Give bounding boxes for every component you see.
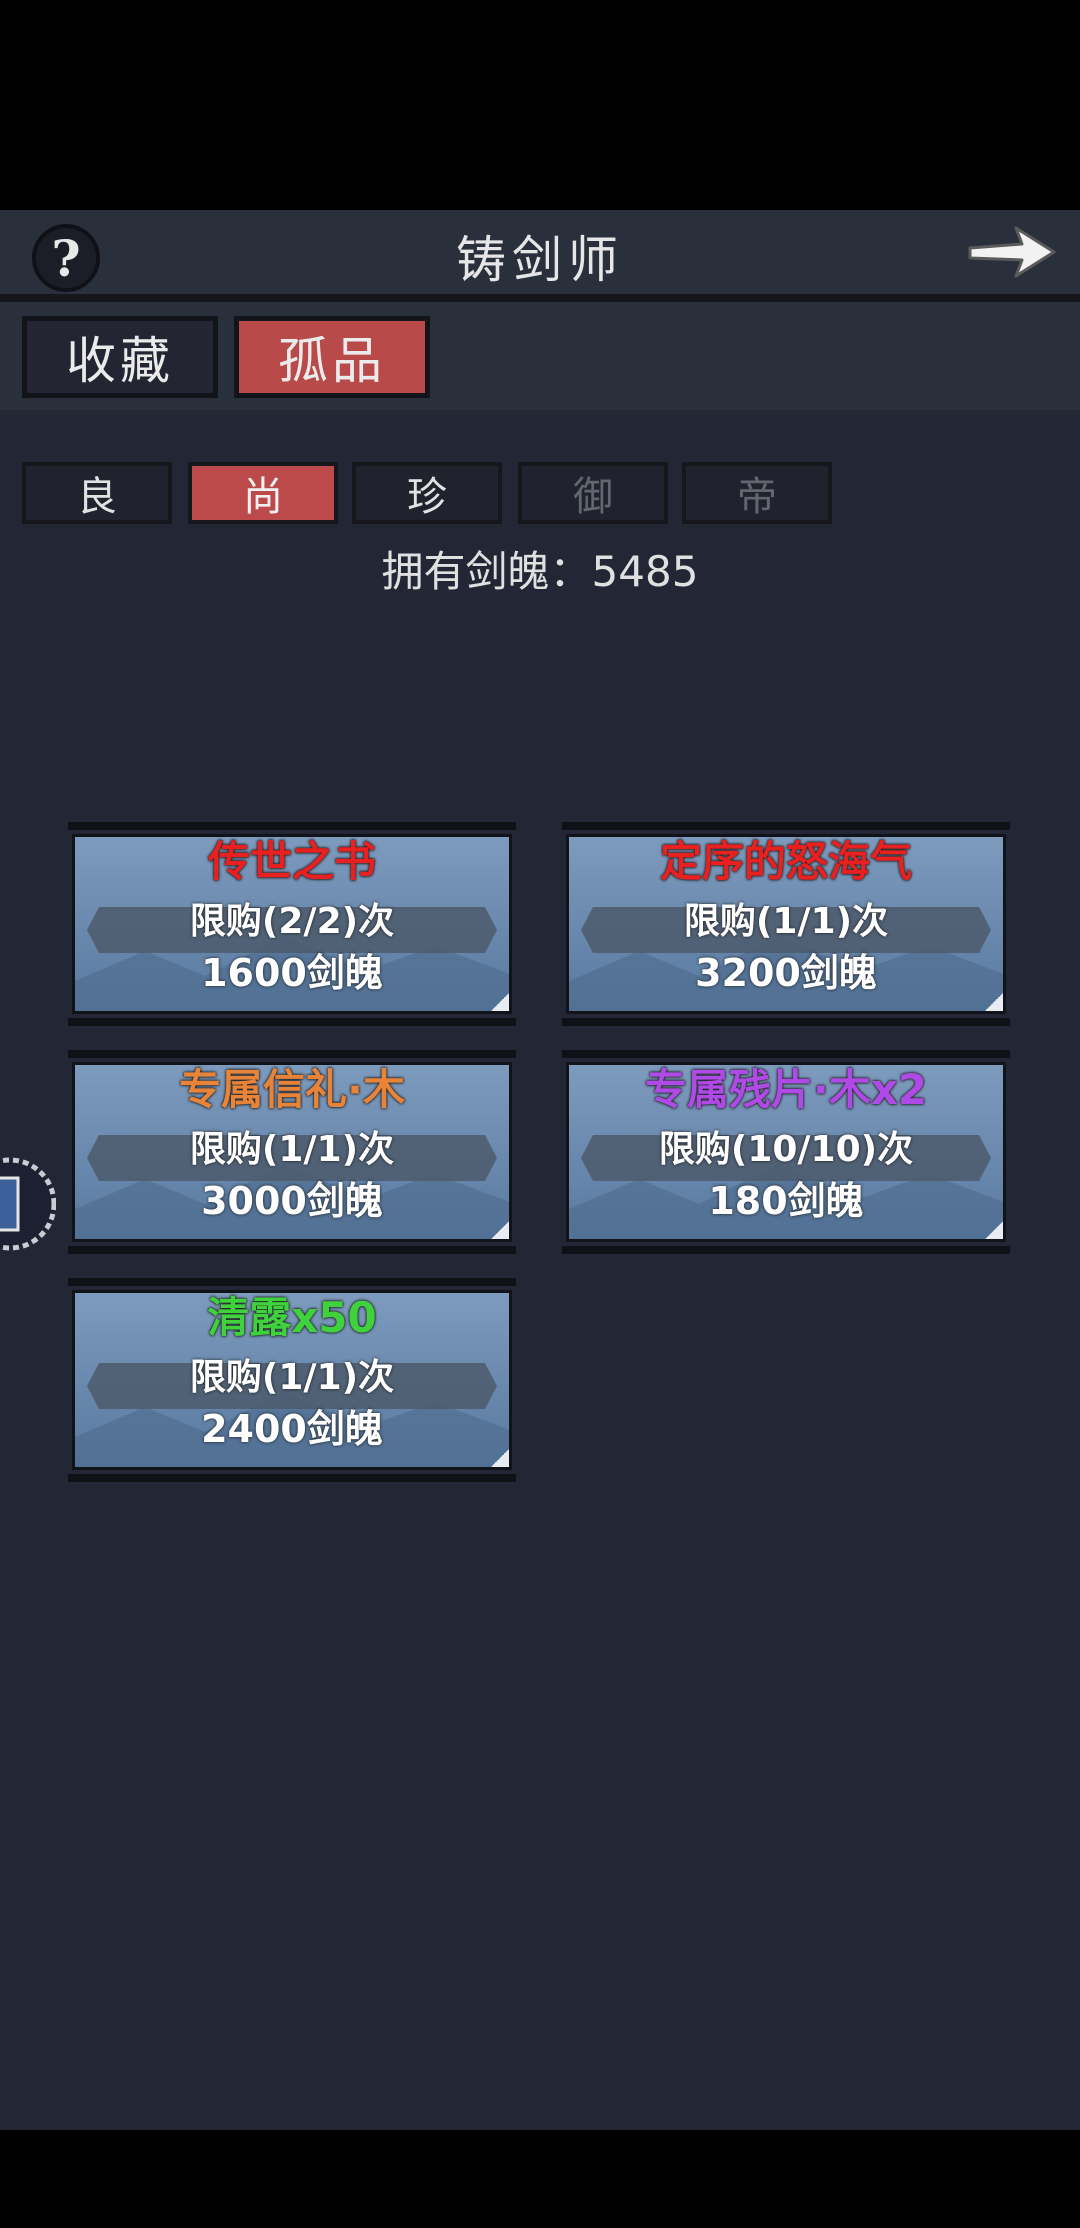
item-purchase-limit: 限购(1/1)次 (189, 1357, 395, 1398)
back-button[interactable] (964, 220, 1060, 284)
rarity-tab-liang[interactable]: 良 (22, 462, 172, 524)
currency-display: 拥有剑魄：5485 (381, 547, 699, 596)
main-tab-bar: 收藏 孤品 (0, 302, 1080, 410)
shop-item-card[interactable]: 定序的怒海气 限购(1/1)次 3200剑魄 (562, 822, 1010, 1026)
tab-unique-items[interactable]: 孤品 (234, 316, 430, 398)
shop-panel: 良 尚 珍 御 帝 拥有剑魄：5485 传世之书 限购(2/2)次 1600剑魄 (0, 420, 1080, 2130)
item-name: 清露x50 (207, 1293, 377, 1342)
arrow-right-icon (968, 226, 1056, 278)
item-price: 3200剑魄 (695, 951, 877, 995)
item-name: 专属残片·木x2 (644, 1065, 928, 1114)
rarity-tab-di[interactable]: 帝 (682, 462, 832, 524)
shop-screen: ? 铸剑师 收藏 孤品 良 尚 珍 御 帝 拥有剑魄：5485 传世之书 限购(… (0, 210, 1080, 2130)
item-name: 传世之书 (207, 837, 376, 886)
item-price: 1600剑魄 (201, 951, 383, 995)
floating-side-button[interactable] (0, 1150, 57, 1258)
tab-collection[interactable]: 收藏 (22, 316, 218, 398)
item-name: 定序的怒海气 (659, 837, 912, 886)
scroll-badge-icon (0, 1157, 57, 1251)
rarity-tab-yu[interactable]: 御 (518, 462, 668, 524)
item-price: 2400剑魄 (201, 1407, 383, 1451)
item-purchase-limit: 限购(1/1)次 (189, 1129, 395, 1170)
item-purchase-limit: 限购(2/2)次 (189, 901, 395, 942)
item-purchase-limit: 限购(1/1)次 (683, 901, 889, 942)
shop-item-card[interactable]: 清露x50 限购(1/1)次 2400剑魄 (68, 1278, 516, 1482)
item-price: 3000剑魄 (201, 1179, 383, 1223)
shop-item-card[interactable]: 专属残片·木x2 限购(10/10)次 180剑魄 (562, 1050, 1010, 1254)
page-title: 铸剑师 (456, 231, 624, 289)
header-bar: ? 铸剑师 (0, 210, 1080, 302)
rarity-tab-shang[interactable]: 尚 (188, 462, 338, 524)
shop-item-card[interactable]: 专属信礼·木 限购(1/1)次 3000剑魄 (68, 1050, 516, 1254)
item-purchase-limit: 限购(10/10)次 (658, 1129, 914, 1170)
rarity-tab-zhen[interactable]: 珍 (352, 462, 502, 524)
shop-item-card[interactable]: 传世之书 限购(2/2)次 1600剑魄 (68, 822, 516, 1026)
item-price: 180剑魄 (708, 1179, 864, 1223)
item-name: 专属信礼·木 (179, 1065, 405, 1114)
